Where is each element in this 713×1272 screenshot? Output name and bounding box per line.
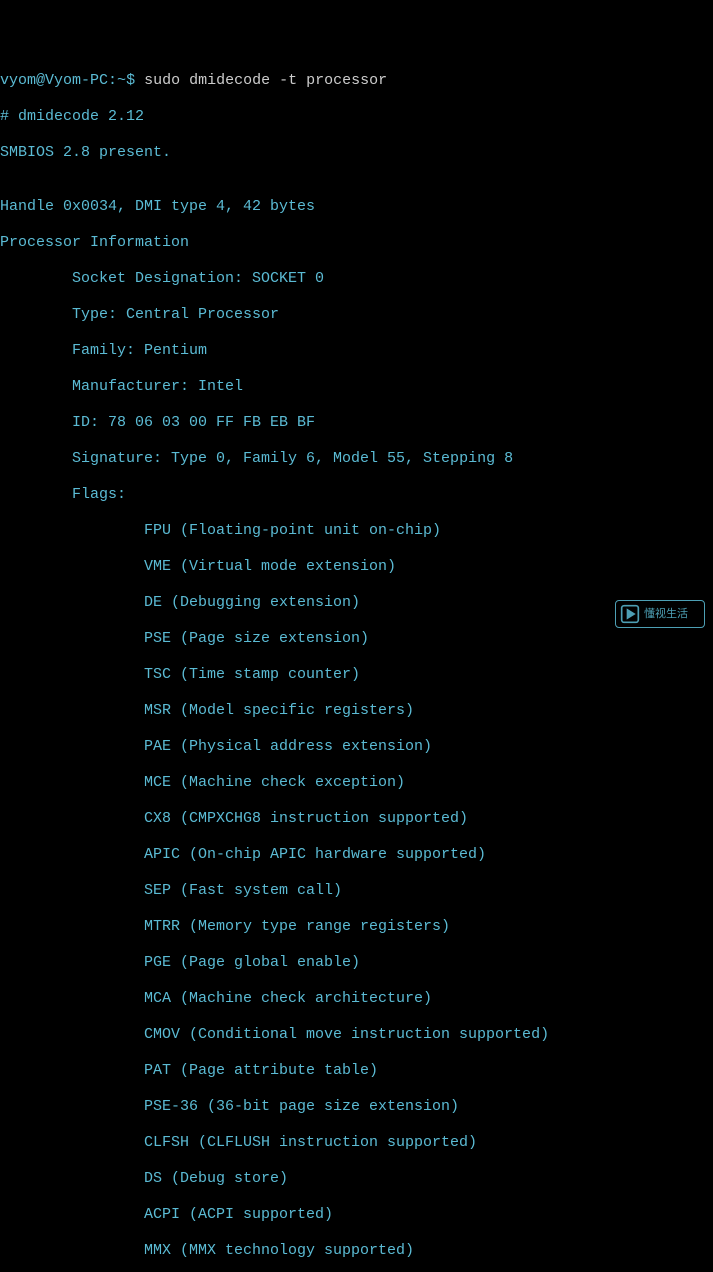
field-line: Flags:	[0, 486, 713, 504]
flag-line: PSE (Page size extension)	[0, 630, 713, 648]
flag-line: PSE-36 (36-bit page size extension)	[0, 1098, 713, 1116]
flag-line: MMX (MMX technology supported)	[0, 1242, 713, 1260]
flag-line: MCA (Machine check architecture)	[0, 990, 713, 1008]
flag-line: ACPI (ACPI supported)	[0, 1206, 713, 1224]
flag-line: PAT (Page attribute table)	[0, 1062, 713, 1080]
field-line: Family: Pentium	[0, 342, 713, 360]
flag-line: MSR (Model specific registers)	[0, 702, 713, 720]
flag-line: CX8 (CMPXCHG8 instruction supported)	[0, 810, 713, 828]
field-line: ID: 78 06 03 00 FF FB EB BF	[0, 414, 713, 432]
prompt-dollar: $	[126, 72, 135, 89]
flag-line: CLFSH (CLFLUSH instruction supported)	[0, 1134, 713, 1152]
watermark-badge: 懂视生活	[615, 600, 705, 628]
flag-line: TSC (Time stamp counter)	[0, 666, 713, 684]
command-text: sudo dmidecode -t processor	[135, 72, 387, 89]
field-line: Signature: Type 0, Family 6, Model 55, S…	[0, 450, 713, 468]
flag-line: MCE (Machine check exception)	[0, 774, 713, 792]
flag-line: DS (Debug store)	[0, 1170, 713, 1188]
flag-line: CMOV (Conditional move instruction suppo…	[0, 1026, 713, 1044]
flag-line: SEP (Fast system call)	[0, 882, 713, 900]
field-line: Type: Central Processor	[0, 306, 713, 324]
flag-line: DE (Debugging extension)	[0, 594, 713, 612]
output-line: Processor Information	[0, 234, 713, 252]
prompt-path: ~	[117, 72, 126, 89]
flag-line: FPU (Floating-point unit on-chip)	[0, 522, 713, 540]
flag-line: APIC (On-chip APIC hardware supported)	[0, 846, 713, 864]
prompt-userhost: vyom@Vyom-PC	[0, 72, 108, 89]
output-line: Handle 0x0034, DMI type 4, 42 bytes	[0, 198, 713, 216]
field-line: Manufacturer: Intel	[0, 378, 713, 396]
play-icon	[620, 604, 640, 624]
output-line: # dmidecode 2.12	[0, 108, 713, 126]
watermark-text: 懂视生活	[644, 605, 688, 623]
flag-line: PAE (Physical address extension)	[0, 738, 713, 756]
output-line: SMBIOS 2.8 present.	[0, 144, 713, 162]
flag-line: MTRR (Memory type range registers)	[0, 918, 713, 936]
flag-line: VME (Virtual mode extension)	[0, 558, 713, 576]
flag-line: PGE (Page global enable)	[0, 954, 713, 972]
field-line: Socket Designation: SOCKET 0	[0, 270, 713, 288]
prompt-sep: :	[108, 72, 117, 89]
terminal-prompt-line: vyom@Vyom-PC:~$ sudo dmidecode -t proces…	[0, 72, 713, 90]
